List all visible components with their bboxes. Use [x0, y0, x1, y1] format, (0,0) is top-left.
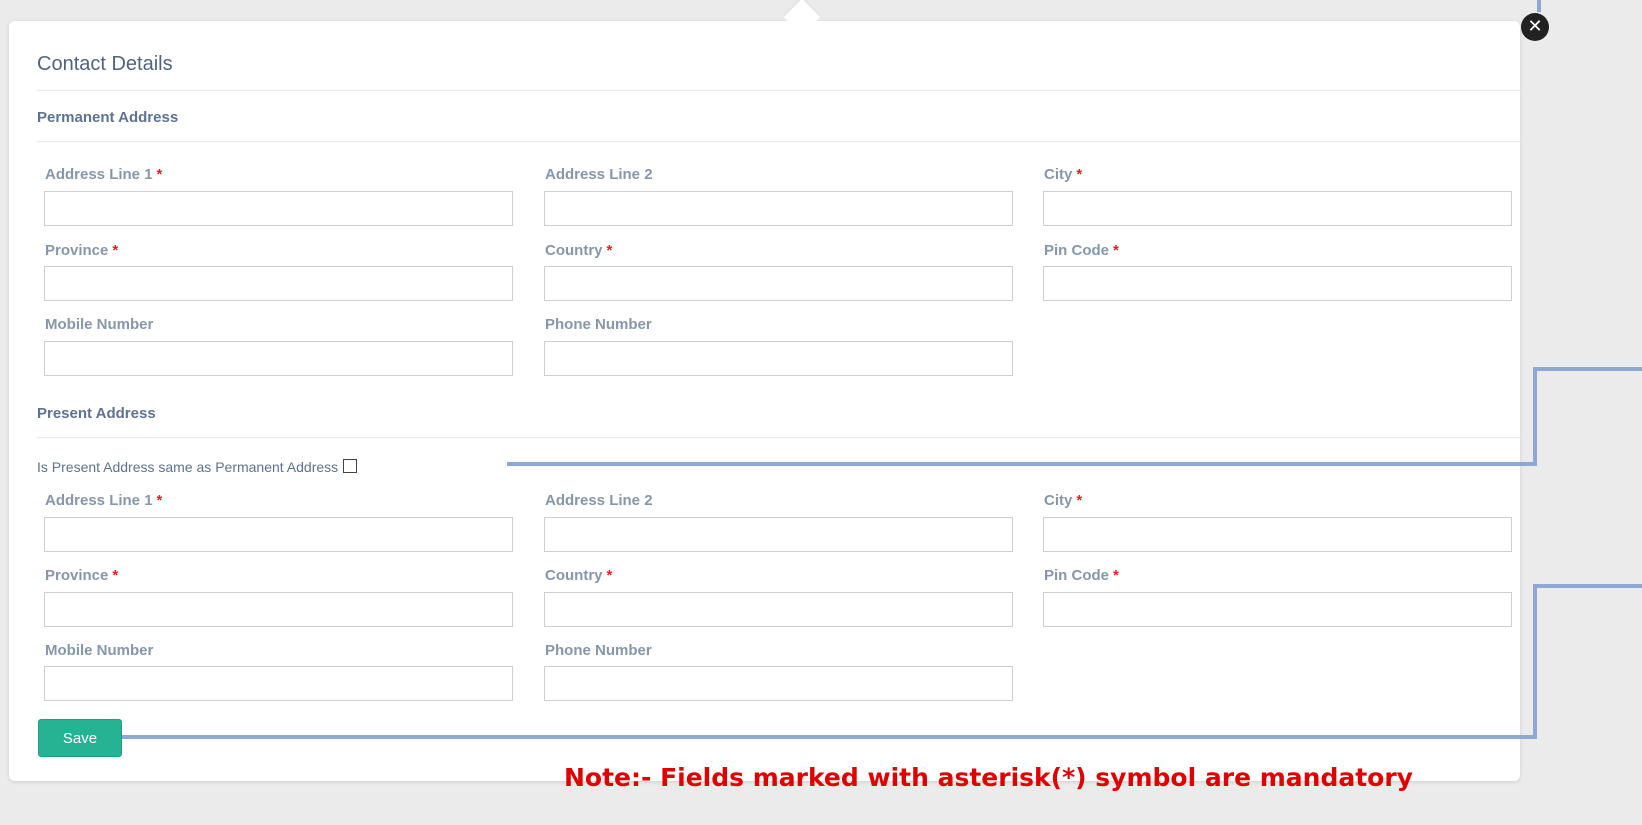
required-marker: * — [1113, 567, 1119, 584]
present-province-input[interactable] — [44, 592, 513, 627]
present-address2-input[interactable] — [544, 517, 1013, 552]
connector-line — [507, 462, 1537, 466]
permanent-mobile-input[interactable] — [44, 341, 513, 376]
connector-line — [1533, 367, 1642, 371]
present-city-label: City * — [1044, 492, 1083, 509]
required-marker: * — [1113, 242, 1119, 259]
divider — [37, 90, 1522, 91]
permanent-address2-label: Address Line 2 — [545, 166, 653, 183]
permanent-phone-input[interactable] — [544, 341, 1013, 376]
present-address1-input[interactable] — [44, 517, 513, 552]
permanent-country-input[interactable] — [544, 266, 1013, 301]
present-address2-label: Address Line 2 — [545, 492, 653, 509]
required-marker: * — [606, 242, 613, 259]
present-mobile-label: Mobile Number — [45, 642, 154, 659]
close-circle-icon[interactable]: ✕ — [1521, 13, 1549, 41]
connector-line — [1537, 0, 1541, 12]
permanent-address-heading: Permanent Address — [37, 109, 179, 126]
same-as-permanent-row: Is Present Address same as Permanent Add… — [37, 459, 358, 475]
required-marker: * — [156, 492, 163, 509]
permanent-city-label: City * — [1044, 166, 1083, 183]
present-city-input[interactable] — [1043, 517, 1512, 552]
required-marker: * — [1076, 166, 1083, 183]
same-as-permanent-checkbox[interactable] — [343, 459, 358, 473]
present-mobile-input[interactable] — [44, 666, 513, 701]
mandatory-fields-note: Note:- Fields marked with asterisk(*) sy… — [564, 763, 1413, 792]
present-pincode-input[interactable] — [1043, 592, 1512, 627]
connector-line — [122, 735, 1537, 739]
save-button[interactable]: Save — [38, 719, 122, 757]
required-marker: * — [112, 567, 119, 584]
required-marker: * — [1076, 492, 1083, 509]
permanent-address1-label: Address Line 1 * — [45, 166, 163, 183]
present-country-input[interactable] — [544, 592, 1013, 627]
permanent-pincode-label: Pin Code * — [1044, 242, 1119, 259]
permanent-mobile-label: Mobile Number — [45, 316, 154, 333]
connector-line — [1533, 584, 1537, 739]
connector-line — [1533, 367, 1537, 466]
permanent-address2-input[interactable] — [544, 191, 1013, 226]
page-title: Contact Details — [37, 53, 173, 75]
divider — [37, 141, 1522, 142]
present-phone-label: Phone Number — [545, 642, 652, 659]
permanent-phone-label: Phone Number — [545, 316, 652, 333]
required-marker: * — [112, 242, 119, 259]
present-phone-input[interactable] — [544, 666, 1013, 701]
same-as-permanent-label: Is Present Address same as Permanent Add… — [37, 459, 339, 475]
permanent-city-input[interactable] — [1043, 191, 1512, 226]
present-pincode-label: Pin Code * — [1044, 567, 1119, 584]
permanent-province-input[interactable] — [44, 266, 513, 301]
present-province-label: Province * — [45, 567, 119, 584]
present-address-heading: Present Address — [37, 405, 156, 422]
permanent-pincode-input[interactable] — [1043, 266, 1512, 301]
required-marker: * — [156, 166, 163, 183]
popover-arrow-cover — [776, 21, 828, 35]
present-country-label: Country * — [545, 567, 613, 584]
divider — [37, 437, 1522, 438]
present-address1-label: Address Line 1 * — [45, 492, 163, 509]
permanent-address1-input[interactable] — [44, 191, 513, 226]
permanent-country-label: Country * — [545, 242, 613, 259]
connector-line — [1533, 584, 1642, 588]
permanent-province-label: Province * — [45, 242, 119, 259]
required-marker: * — [606, 567, 613, 584]
